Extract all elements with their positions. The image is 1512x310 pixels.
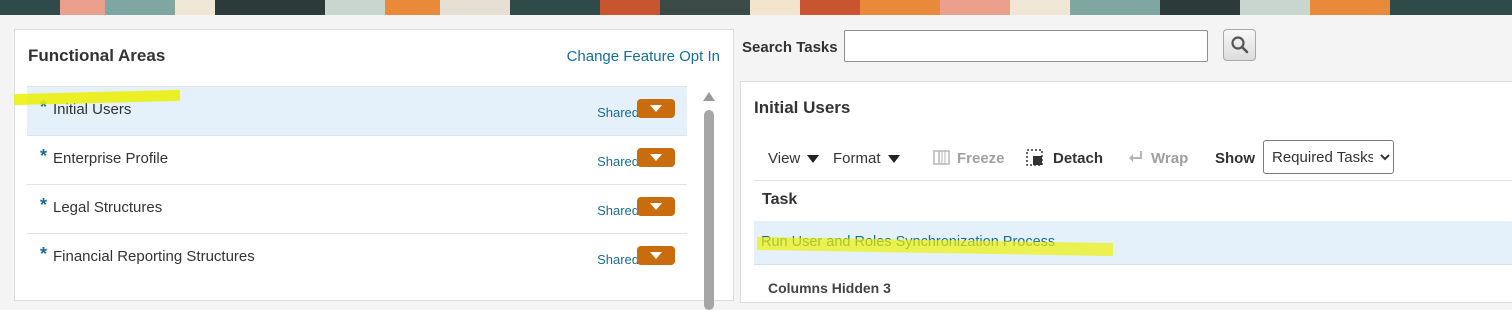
functional-area-label[interactable]: Enterprise Profile <box>53 150 168 167</box>
show-filter-select[interactable]: Required Tasks <box>1263 140 1394 174</box>
search-icon <box>1231 36 1249 54</box>
chevron-down-icon <box>887 155 900 164</box>
header-banner <box>0 0 1512 15</box>
vertical-scrollbar[interactable] <box>701 86 717 310</box>
shared-status: Shared <box>597 252 639 267</box>
view-menu-label: View <box>768 150 801 167</box>
actions-dropdown-button[interactable] <box>637 197 675 216</box>
scroll-up-arrow-icon[interactable] <box>703 92 715 101</box>
wrap-icon <box>1129 151 1142 162</box>
search-button[interactable] <box>1223 29 1256 61</box>
actions-dropdown-button[interactable] <box>637 148 675 167</box>
functional-area-label[interactable]: Initial Users <box>53 101 131 118</box>
tasks-table-header: Task <box>754 180 1512 222</box>
search-tasks-label: Search Tasks <box>742 39 838 56</box>
shared-status: Shared <box>597 203 639 218</box>
format-menu-label: Format <box>833 150 881 167</box>
functional-area-label[interactable]: Legal Structures <box>53 199 162 216</box>
wrap-button[interactable]: Wrap <box>1151 150 1188 167</box>
show-label: Show <box>1215 150 1255 167</box>
required-mark: * <box>40 146 48 166</box>
functional-area-label[interactable]: Financial Reporting Structures <box>53 248 255 265</box>
functional-area-item-enterprise-profile[interactable]: * Enterprise Profile Shared <box>27 135 687 184</box>
freeze-button[interactable]: Freeze <box>957 150 1005 167</box>
task-column-header[interactable]: Task <box>762 191 797 209</box>
functional-area-item-initial-users[interactable]: * Initial Users Shared <box>27 86 687 135</box>
view-menu[interactable]: View <box>768 150 820 167</box>
chevron-down-icon <box>807 155 820 164</box>
functional-areas-title: Functional Areas <box>28 46 166 65</box>
functional-areas-panel: Functional Areas Change Feature Opt In *… <box>14 29 734 310</box>
table-row[interactable]: Run User and Roles Synchronization Proce… <box>754 221 1512 265</box>
freeze-icon <box>933 150 950 165</box>
functional-areas-list: * Initial Users Shared * Enterprise Prof… <box>27 86 687 282</box>
task-link[interactable]: Run User and Roles Synchronization Proce… <box>761 234 1055 250</box>
actions-dropdown-button[interactable] <box>637 99 675 118</box>
tasks-panel-title: Initial Users <box>754 98 851 117</box>
change-feature-opt-in-link[interactable]: Change Feature Opt In <box>567 48 720 65</box>
columns-hidden-status: Columns Hidden 3 <box>768 280 891 296</box>
required-mark: * <box>40 244 48 264</box>
required-mark: * <box>40 97 48 117</box>
required-mark: * <box>40 195 48 215</box>
detach-button[interactable]: Detach <box>1053 150 1103 167</box>
shared-status: Shared <box>597 154 639 169</box>
functional-area-item-legal-structures[interactable]: * Legal Structures Shared <box>27 184 687 233</box>
tasks-panel: Initial Users View Format Freeze Detach … <box>740 81 1512 303</box>
search-tasks-input[interactable] <box>844 30 1208 62</box>
detach-icon <box>1026 149 1043 166</box>
actions-dropdown-button[interactable] <box>637 246 675 265</box>
format-menu[interactable]: Format <box>833 150 900 167</box>
functional-area-item-financial-reporting-structures[interactable]: * Financial Reporting Structures Shared <box>27 233 687 282</box>
shared-status: Shared <box>597 105 639 120</box>
scrollbar-thumb[interactable] <box>704 110 714 310</box>
